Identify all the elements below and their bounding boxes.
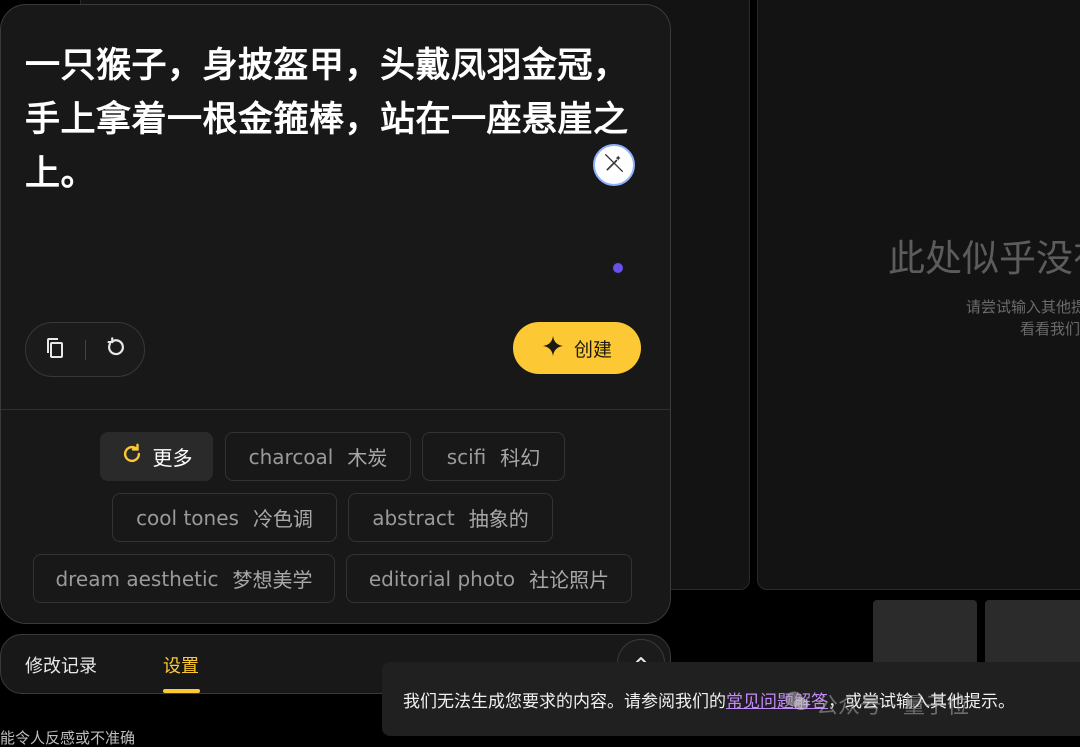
tab-history[interactable]: 修改记录 — [25, 652, 97, 678]
magic-edit-button[interactable] — [593, 144, 635, 186]
style-chip-cool-tones[interactable]: cool tones 冷色调 — [112, 493, 337, 542]
card-divider — [1, 409, 670, 410]
refresh-icon — [104, 336, 126, 363]
tab-settings[interactable]: 设置 — [163, 652, 199, 678]
refresh-icon — [121, 443, 143, 470]
wechat-icon — [784, 690, 810, 718]
chip-label-en: scifi — [446, 444, 487, 469]
watermark: 公众号 · 量子位 — [784, 688, 969, 720]
chip-label-en: cool tones — [136, 505, 239, 530]
chip-label-zh: 冷色调 — [252, 507, 313, 531]
magic-wand-icon — [604, 153, 624, 177]
style-chip-charcoal[interactable]: charcoal 木炭 — [225, 432, 411, 481]
results-panel — [757, 0, 1080, 590]
empty-state-title: 此处似乎没有 — [888, 237, 1080, 280]
chip-label-en: charcoal — [248, 444, 334, 469]
more-label: 更多 — [152, 446, 193, 470]
active-tab-indicator — [163, 689, 200, 693]
empty-state-line-1: 请尝试输入其他提 — [966, 298, 1080, 316]
prompt-tools — [25, 322, 145, 377]
watermark-text: 公众号 · 量子位 — [816, 694, 969, 719]
chip-label-en: editorial photo — [368, 566, 516, 591]
more-suggestions-button[interactable]: 更多 — [100, 432, 213, 481]
style-chip-abstract[interactable]: abstract 抽象的 — [348, 493, 553, 542]
sparkle-icon — [542, 335, 564, 362]
style-chip-scifi[interactable]: scifi 科幻 — [422, 432, 565, 481]
chip-label-zh: 梦想美学 — [232, 568, 313, 592]
prompt-input[interactable]: 一只猴子，身披盔甲，头戴凤羽金冠，手上拿着一根金箍棒，站在一座悬崖之上。 — [25, 39, 645, 201]
style-chip-editorial-photo[interactable]: editorial photo 社论照片 — [346, 554, 632, 603]
chip-label-zh: 木炭 — [347, 446, 388, 470]
toast-text-before: 我们无法生成您要求的内容。请参阅我们的 — [403, 692, 726, 712]
reset-button[interactable] — [85, 323, 144, 376]
chip-label-zh: 社论照片 — [529, 568, 610, 592]
status-dot — [613, 263, 623, 273]
error-toast: 我们无法生成您要求的内容。请参阅我们的常见问题解答，或尝试输入其他提示。 公众号… — [382, 662, 1080, 736]
copy-icon — [43, 336, 67, 364]
disclaimer-text: 能令人反感或不准确 — [0, 729, 136, 747]
create-button-label: 创建 — [573, 338, 612, 361]
empty-state-line-2: 看看我们的 — [1020, 320, 1080, 338]
create-button[interactable]: 创建 — [513, 322, 641, 374]
chip-label-en: dream aesthetic — [55, 566, 219, 591]
chip-label-en: abstract — [372, 505, 455, 530]
prompt-card: 一只猴子，身披盔甲，头戴凤羽金冠，手上拿着一根金箍棒，站在一座悬崖之上。 创建 … — [0, 4, 671, 624]
style-chip-dream-aesthetic[interactable]: dream aesthetic 梦想美学 — [33, 554, 335, 603]
chip-label-zh: 抽象的 — [468, 507, 529, 531]
copy-button[interactable] — [26, 323, 85, 376]
chip-label-zh: 科幻 — [500, 446, 541, 470]
